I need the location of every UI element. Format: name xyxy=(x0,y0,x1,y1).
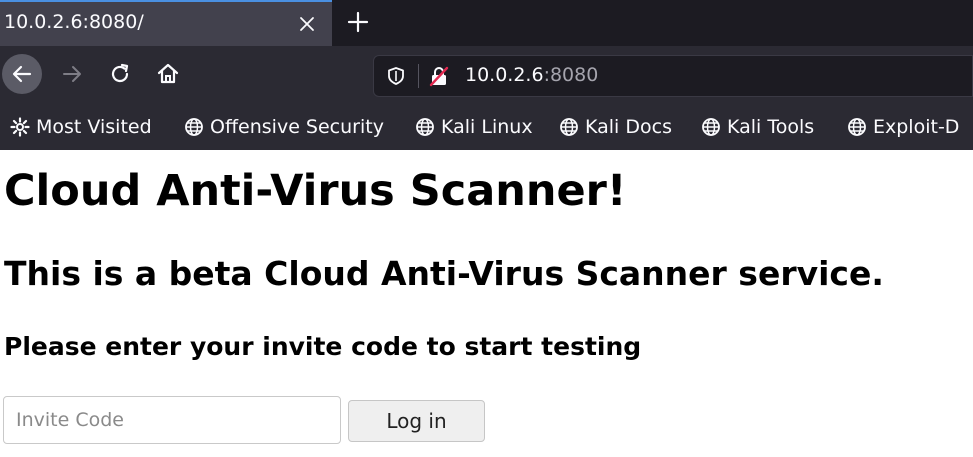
home-button[interactable] xyxy=(148,54,188,94)
home-icon xyxy=(157,63,179,84)
url-bar[interactable]: 10.0.2.6:8080 xyxy=(373,55,973,97)
bookmark-label: Kali Tools xyxy=(727,116,815,138)
navigation-bar: 10.0.2.6:8080 xyxy=(0,46,973,104)
bookmark-label: Kali Linux xyxy=(441,116,533,138)
invite-prompt: Please enter your invite code to start t… xyxy=(4,332,642,361)
tab-strip: 10.0.2.6:8080/ xyxy=(0,0,973,46)
gear-icon xyxy=(10,117,30,137)
invite-code-input[interactable] xyxy=(3,396,341,444)
globe-icon xyxy=(416,118,434,136)
globe-icon xyxy=(560,118,578,136)
shield-icon[interactable] xyxy=(386,66,406,86)
close-icon[interactable] xyxy=(294,11,320,37)
insecure-lock-icon[interactable] xyxy=(428,65,450,87)
bookmark-kali-tools[interactable]: Kali Tools xyxy=(701,114,814,140)
url-text[interactable]: 10.0.2.6:8080 xyxy=(465,64,598,86)
url-divider xyxy=(418,64,419,88)
bookmark-label: Offensive Security xyxy=(210,116,384,138)
url-host: 10.0.2.6 xyxy=(465,64,544,86)
page-title: Cloud Anti-Virus Scanner! xyxy=(4,166,627,216)
reload-icon xyxy=(111,63,129,83)
plus-icon[interactable] xyxy=(342,6,374,38)
globe-icon xyxy=(702,118,720,136)
page-subtitle: This is a beta Cloud Anti-Virus Scanner … xyxy=(4,254,884,293)
arrow-right-icon xyxy=(63,66,81,82)
bookmark-most-visited[interactable]: Most Visited xyxy=(10,114,152,140)
bookmark-label: Exploit-D xyxy=(873,116,960,138)
bookmark-kali-docs[interactable]: Kali Docs xyxy=(559,114,672,140)
bookmark-label: Kali Docs xyxy=(585,116,672,138)
bookmark-exploit-db[interactable]: Exploit-D xyxy=(847,114,959,140)
bookmark-kali-linux[interactable]: Kali Linux xyxy=(415,114,533,140)
arrow-left-icon xyxy=(12,65,32,83)
url-port: :8080 xyxy=(543,64,599,86)
tab-title: 10.0.2.6:8080/ xyxy=(4,11,144,33)
forward-button[interactable] xyxy=(52,54,92,94)
globe-icon xyxy=(848,118,866,136)
browser-chrome: 10.0.2.6:8080/ 10.0.2.6:8080 Most Visite… xyxy=(0,0,973,150)
login-button[interactable]: Log in xyxy=(348,400,485,442)
bookmark-label: Most Visited xyxy=(36,116,152,138)
bookmarks-toolbar: Most Visited Offensive Security Kali Lin… xyxy=(0,104,973,150)
reload-button[interactable] xyxy=(100,54,140,94)
back-button[interactable] xyxy=(2,54,42,94)
bookmark-offensive-security[interactable]: Offensive Security xyxy=(184,114,384,140)
globe-icon xyxy=(185,118,203,136)
tab-active[interactable]: 10.0.2.6:8080/ xyxy=(0,0,332,46)
page-content: Cloud Anti-Virus Scanner! This is a beta… xyxy=(0,150,973,457)
